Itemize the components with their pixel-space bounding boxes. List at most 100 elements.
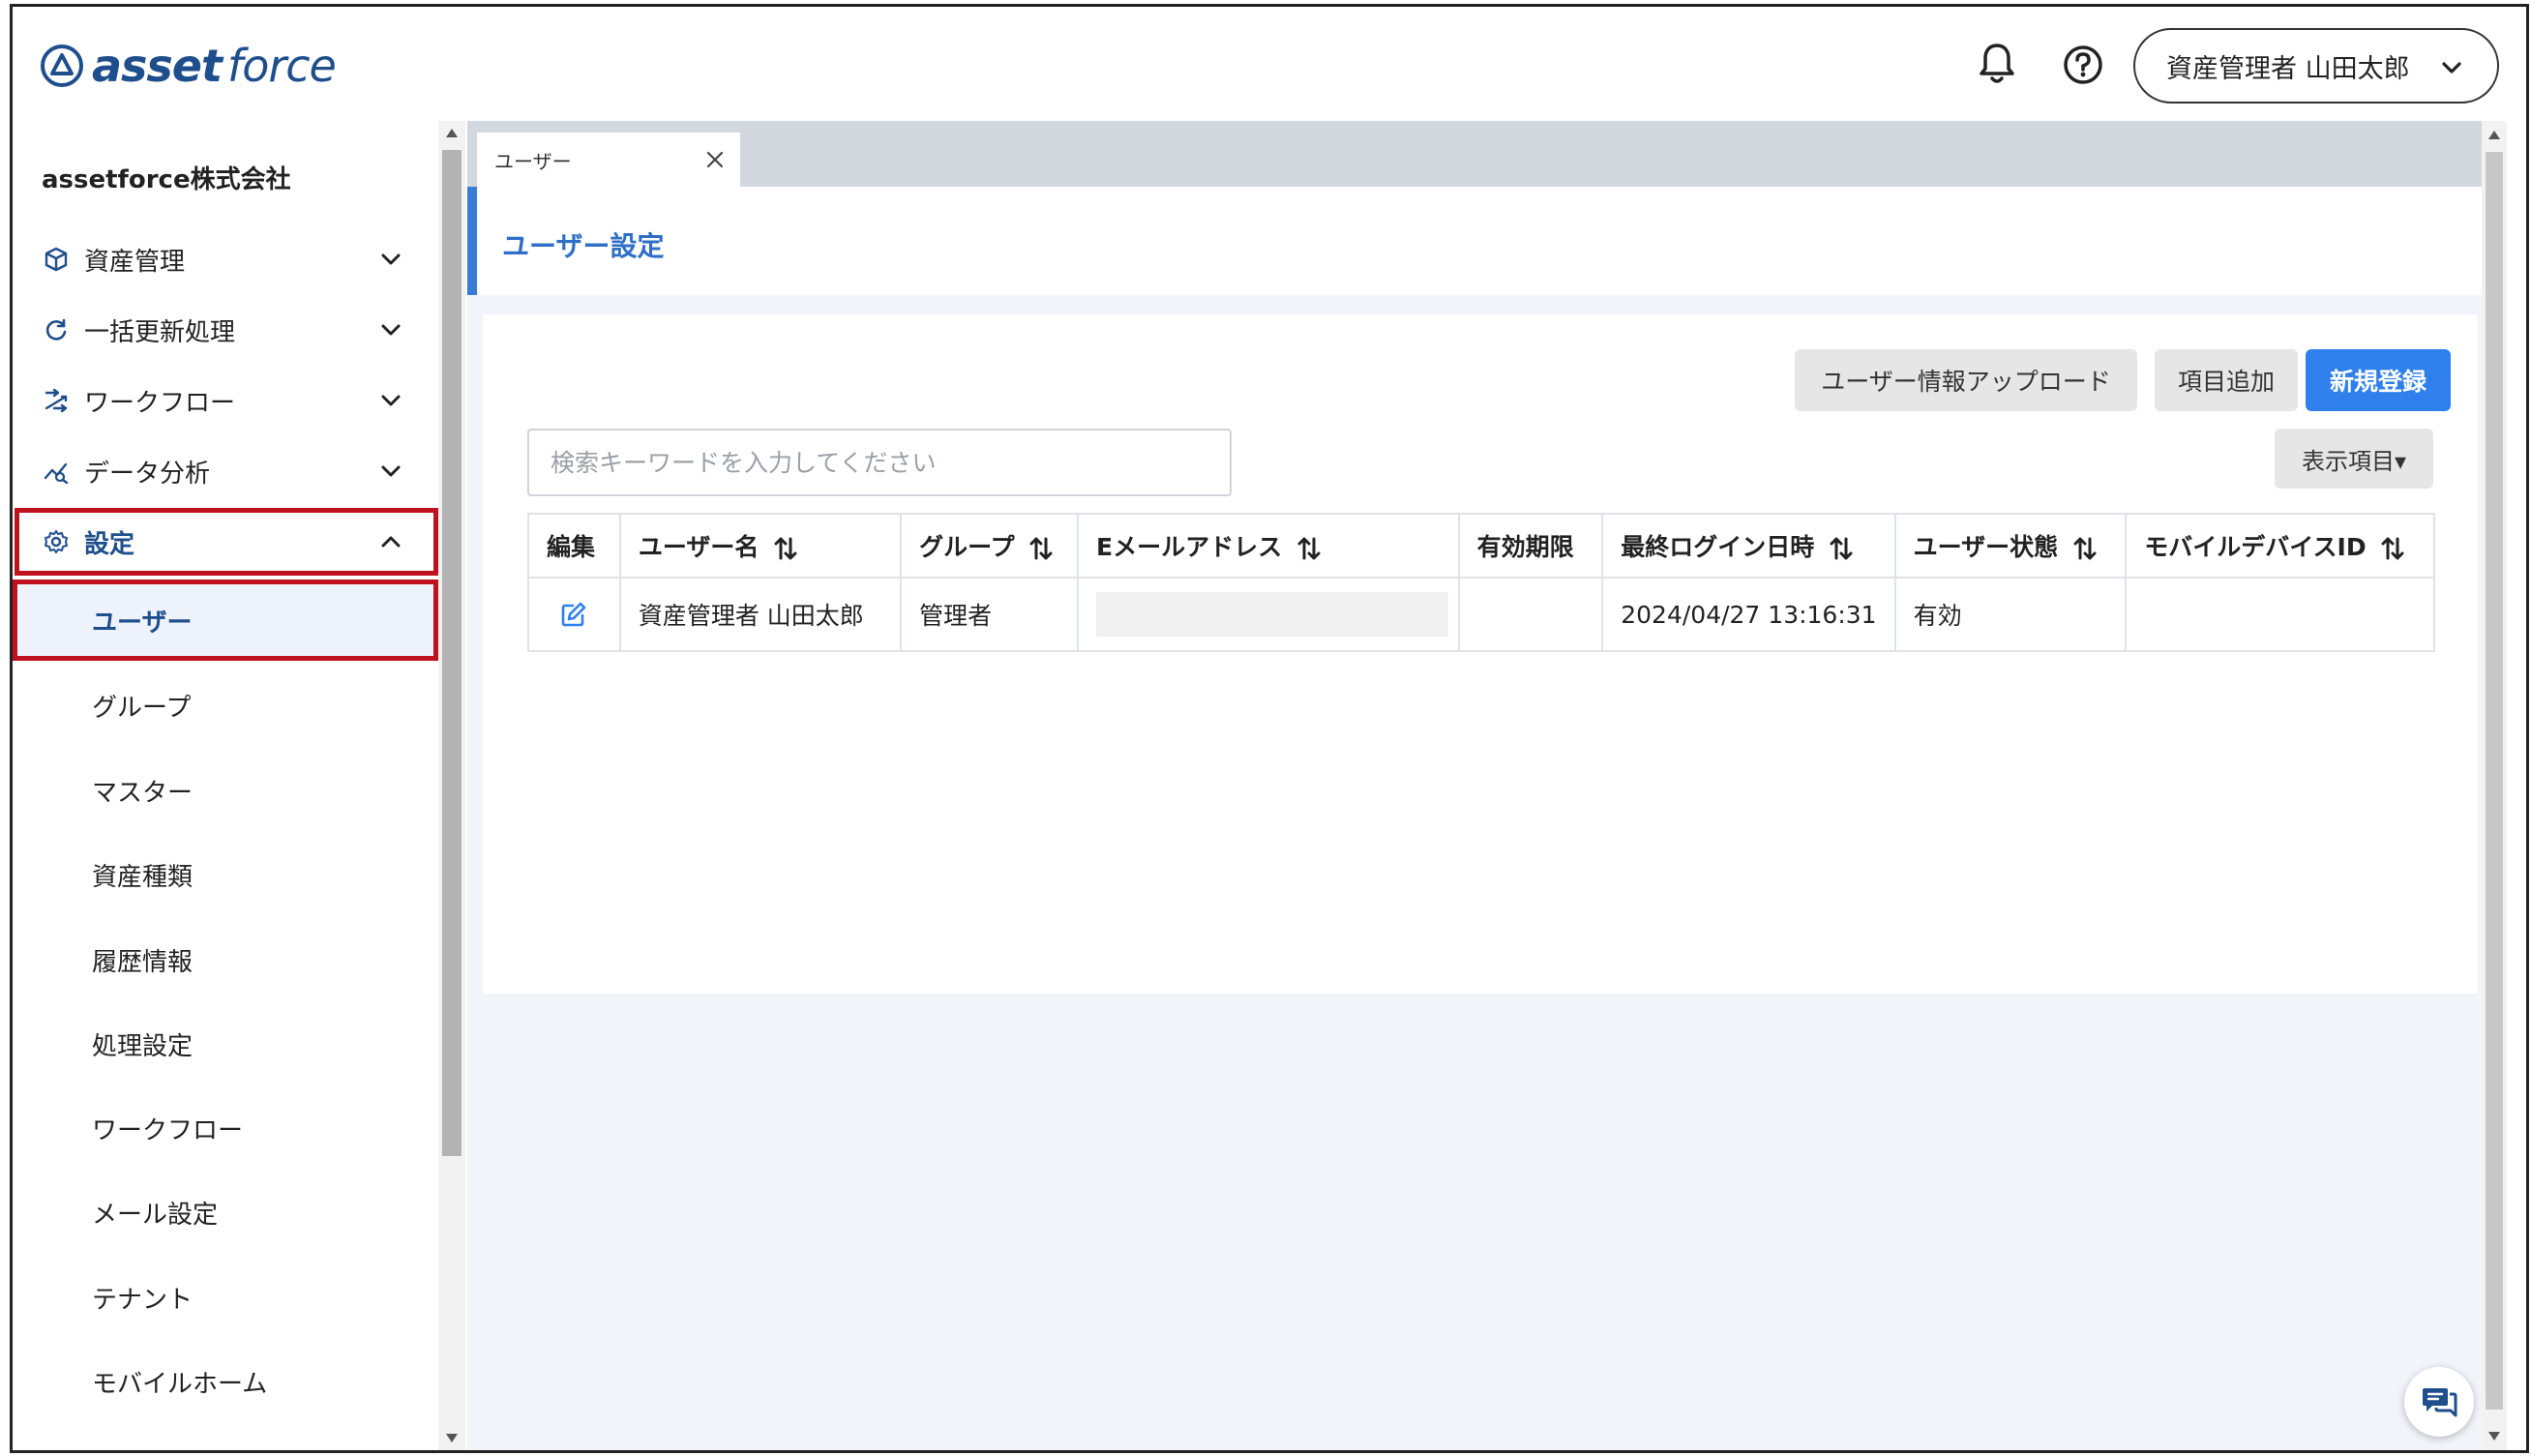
chevron-down-icon <box>381 324 401 336</box>
sidebar-subitem-label: ユーザー <box>92 608 193 638</box>
scroll-down-arrow-icon[interactable] <box>446 1434 458 1442</box>
sidebar-item-workflow[interactable]: ワークフロー <box>13 367 438 434</box>
cell-last-login: 2024/04/27 13:16:31 <box>1601 577 1896 652</box>
sidebar-subitem-users[interactable]: ユーザー <box>13 579 438 661</box>
sort-icon[interactable] <box>2380 536 2405 561</box>
header-label: ユーザー名 <box>638 533 759 561</box>
chevron-down-icon <box>2442 62 2461 74</box>
content-card: ユーザー情報アップロード 項目追加 新規登録 表示項目▾ <box>483 314 2478 994</box>
scroll-up-arrow-icon[interactable] <box>446 129 458 137</box>
column-header-group[interactable]: グループ <box>900 513 1080 579</box>
chat-icon <box>2423 1388 2457 1417</box>
sidebar-subitem-label: モバイルホーム <box>92 1369 268 1399</box>
tab-users[interactable]: ユーザー <box>477 133 740 187</box>
table-row: 資産管理者 山田太郎 管理者 2024/04/27 13:16:31 有効 <box>527 577 2435 652</box>
sidebar-subitem-label: メール設定 <box>92 1200 219 1230</box>
sidebar-scroll-thumb[interactable] <box>442 150 462 1156</box>
sidebar-subitem-label: 履歴情報 <box>92 947 194 977</box>
new-registration-button[interactable]: 新規登録 <box>2306 349 2451 411</box>
chat-support-button[interactable] <box>2404 1367 2474 1437</box>
button-label: 新規登録 <box>2329 368 2427 396</box>
sidebar-subitem-process-settings[interactable]: 処理設定 <box>13 1003 438 1085</box>
sidebar-item-asset-management[interactable]: 資産管理 <box>13 225 438 293</box>
sidebar-subitem-workflow[interactable]: ワークフロー <box>13 1087 438 1169</box>
add-field-button[interactable]: 項目追加 <box>2155 349 2298 411</box>
sidebar-subitem-mobile-home[interactable]: モバイルホーム <box>13 1341 438 1422</box>
cell-status: 有効 <box>1893 577 2128 652</box>
sort-icon[interactable] <box>1296 536 1322 561</box>
sidebar: assetforce株式会社 資産管理 一括更新処理 ワークフロー データ分析 … <box>13 121 446 1450</box>
tab-strip: ユーザー <box>467 121 2507 187</box>
close-icon[interactable] <box>703 148 727 171</box>
button-label: 表示項目▾ <box>2301 447 2407 475</box>
chevron-down-icon <box>381 395 401 406</box>
header-label: 最終ログイン日時 <box>1621 533 1815 561</box>
button-label: ユーザー情報アップロード <box>1821 368 2111 396</box>
column-header-username[interactable]: ユーザー名 <box>618 513 903 579</box>
help-icon[interactable] <box>2062 44 2104 86</box>
cell-group: 管理者 <box>900 577 1080 652</box>
logo-text: asset force <box>92 40 337 92</box>
user-menu-button[interactable]: 資産管理者 山田太郎 <box>2133 28 2499 104</box>
cell-expiry <box>1457 577 1604 652</box>
page-title: ユーザー設定 <box>502 230 665 262</box>
asset-force-logo-icon <box>41 45 83 87</box>
column-header-mobile-id[interactable]: モバイルデバイスID <box>2125 513 2435 579</box>
upload-user-info-button[interactable]: ユーザー情報アップロード <box>1795 349 2137 411</box>
sidebar-subitem-label: テナント <box>92 1285 194 1315</box>
sidebar-item-label: 資産管理 <box>84 247 186 277</box>
header-label: ユーザー状態 <box>1913 533 2059 561</box>
cell-username[interactable]: 資産管理者 山田太郎 <box>618 577 903 652</box>
page-title-bar: ユーザー設定 <box>467 187 2491 295</box>
sidebar-subitem-label: グループ <box>92 693 192 723</box>
cube-icon <box>45 247 68 272</box>
sort-icon[interactable] <box>773 536 798 561</box>
user-menu-label: 資産管理者 山田太郎 <box>2166 53 2410 84</box>
button-label: 項目追加 <box>2177 368 2275 396</box>
top-header: asset force 資産管理者 山田太郎 <box>13 7 2526 121</box>
sidebar-scrollbar[interactable] <box>438 121 465 1450</box>
main-area: ユーザー ユーザー設定 ユーザー情報アップロード 項目追加 新規登録 表示項目▾ <box>467 121 2507 1450</box>
column-header-edit: 編集 <box>527 513 621 579</box>
main-scroll-thumb[interactable] <box>2486 152 2503 1410</box>
settings-highlight-box <box>15 508 438 576</box>
analytics-icon <box>44 462 69 484</box>
column-header-email[interactable]: Eメールアドレス <box>1077 513 1460 579</box>
header-label: モバイルデバイスID <box>2144 533 2367 561</box>
sidebar-subitem-master[interactable]: マスター <box>13 750 438 831</box>
header-label: 有効期限 <box>1476 533 1574 561</box>
scroll-down-arrow-icon[interactable] <box>2488 1432 2500 1441</box>
logo-primary: asset <box>92 40 223 92</box>
sort-icon[interactable] <box>2072 536 2098 561</box>
sidebar-subitem-label: 処理設定 <box>92 1031 194 1061</box>
app-window: asset force 資産管理者 山田太郎 assetforce株式会社 資産… <box>10 4 2529 1453</box>
masked-email <box>1096 592 1449 637</box>
company-name: assetforce株式会社 <box>42 165 291 194</box>
display-items-dropdown[interactable]: 表示項目▾ <box>2275 429 2433 489</box>
sort-icon[interactable] <box>1829 536 1854 561</box>
sort-icon[interactable] <box>1028 536 1054 561</box>
sidebar-subitem-history[interactable]: 履歴情報 <box>13 919 438 1000</box>
tab-label: ユーザー <box>494 149 572 173</box>
logo[interactable]: asset force <box>40 40 337 92</box>
column-header-status[interactable]: ユーザー状態 <box>1893 513 2128 579</box>
sidebar-subitem-tenant[interactable]: テナント <box>13 1257 438 1338</box>
sidebar-subitem-groups[interactable]: グループ <box>13 665 438 746</box>
refresh-icon <box>45 318 67 341</box>
sidebar-subitem-label: マスター <box>92 778 194 808</box>
sidebar-subitem-asset-types[interactable]: 資産種類 <box>13 834 438 915</box>
search-input[interactable] <box>527 429 1232 496</box>
column-header-last-login[interactable]: 最終ログイン日時 <box>1601 513 1896 579</box>
notification-bell-icon[interactable] <box>1977 42 2017 86</box>
scroll-up-arrow-icon[interactable] <box>2488 131 2500 139</box>
main-scrollbar[interactable] <box>2482 121 2507 1450</box>
edit-icon[interactable] <box>560 601 587 628</box>
workflow-icon <box>45 388 68 413</box>
chevron-down-icon <box>381 465 401 477</box>
sidebar-subitem-mail-settings[interactable]: メール設定 <box>13 1172 438 1253</box>
sidebar-item-bulk-update[interactable]: 一括更新処理 <box>13 296 438 364</box>
column-header-expiry: 有効期限 <box>1457 513 1604 579</box>
cell-mobile-id <box>2125 577 2435 652</box>
sidebar-item-data-analysis[interactable]: データ分析 <box>13 437 438 505</box>
table-header-row: 編集 ユーザー名 グループ Eメールアドレス 有効期限 最終ログイン日時 ユーザ… <box>527 513 2435 579</box>
